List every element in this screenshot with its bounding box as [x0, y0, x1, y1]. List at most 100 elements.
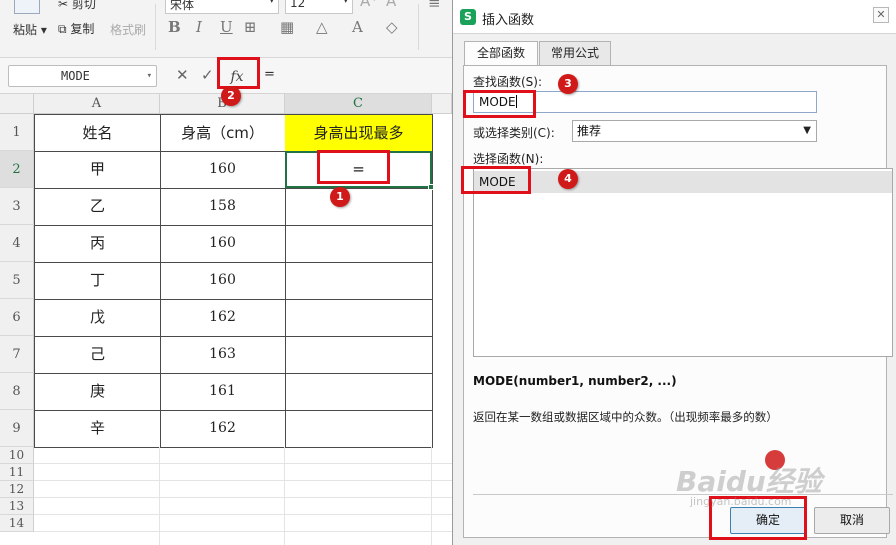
tab-all-functions[interactable]: 全部函数 — [464, 41, 538, 66]
italic-icon[interactable]: I — [196, 18, 202, 36]
row-header-2[interactable]: 2 — [0, 151, 34, 188]
paste-button[interactable]: 粘贴 ▾ — [13, 21, 47, 38]
bold-icon[interactable]: B — [168, 18, 181, 36]
font-name-select[interactable]: 宋体 ▾ — [165, 0, 279, 14]
ribbon-toolbar: 粘贴 ▾ ✂ 剪切 ⧉ 复制 格式刷 宋体 ▾ 12 ▾ A⁺ A⁻ B I U ⊞… — [0, 0, 452, 58]
column-gridline — [284, 447, 285, 545]
column-header-extra[interactable] — [432, 94, 452, 114]
row-header-4[interactable]: 4 — [0, 225, 34, 262]
highlight-box-cell — [317, 150, 390, 184]
fill-color-icon[interactable]: ▦ — [280, 18, 294, 36]
eraser-icon[interactable]: ◇ — [386, 18, 398, 36]
cell-b5[interactable]: 160 — [160, 262, 286, 300]
cell-b7[interactable]: 163 — [160, 336, 286, 374]
step-badge-2: 2 — [221, 86, 241, 106]
empty-row-11[interactable] — [34, 464, 452, 481]
chevron-down-icon: ▼ — [803, 125, 811, 136]
wps-app-icon: S — [460, 9, 476, 25]
cut-button[interactable]: ✂ 剪切 — [58, 0, 96, 12]
row-header-14[interactable]: 14 — [0, 515, 34, 532]
cell-c9[interactable] — [285, 410, 433, 448]
row-header-3[interactable]: 3 — [0, 188, 34, 225]
cell-a5[interactable]: 丁 — [34, 262, 161, 300]
row-header-5[interactable]: 5 — [0, 262, 34, 299]
chevron-down-icon: ▾ — [146, 71, 152, 81]
highlight-box-search — [463, 90, 536, 118]
row-header-10[interactable]: 10 — [0, 447, 34, 464]
tab-common-formulas[interactable]: 常用公式 — [539, 41, 611, 65]
column-header-c[interactable]: C — [285, 94, 432, 114]
cell-a9[interactable]: 辛 — [34, 410, 161, 448]
column-header-a[interactable]: A — [34, 94, 160, 114]
column-gridline — [431, 447, 432, 545]
row-header-6[interactable]: 6 — [0, 299, 34, 336]
copy-icon: ⧉ — [58, 22, 67, 36]
row-header-12[interactable]: 12 — [0, 481, 34, 498]
cell-b8[interactable]: 161 — [160, 373, 286, 411]
highlight-box-fx — [217, 57, 260, 89]
text-color-icon[interactable]: A — [352, 18, 363, 36]
border-icon[interactable]: ⊞ — [244, 18, 257, 36]
cell-c8[interactable] — [285, 373, 433, 411]
row-header-8[interactable]: 8 — [0, 373, 34, 410]
cell-b6[interactable]: 162 — [160, 299, 286, 337]
font-size-select[interactable]: 12 ▾ — [285, 0, 353, 14]
cancel-formula-icon[interactable]: ✕ — [176, 66, 189, 84]
search-function-label: 查找函数(S): — [473, 75, 543, 89]
row-header-9[interactable]: 9 — [0, 410, 34, 447]
cell-a3[interactable]: 乙 — [34, 188, 161, 226]
empty-row-10[interactable] — [34, 447, 452, 464]
font-shrink-icon[interactable]: A⁻ — [386, 0, 404, 10]
cell-b3[interactable]: 158 — [160, 188, 286, 226]
formula-input[interactable]: = — [264, 67, 275, 82]
function-list[interactable]: MODE — [473, 168, 893, 357]
row-header-7[interactable]: 7 — [0, 336, 34, 373]
confirm-formula-icon[interactable]: ✓ — [201, 66, 214, 84]
close-icon[interactable]: ✕ — [873, 7, 889, 23]
cell-c1[interactable]: 身高出现最多 — [285, 114, 433, 152]
ribbon-divider — [418, 4, 419, 50]
cell-c6[interactable] — [285, 299, 433, 337]
cell-c3[interactable] — [285, 188, 433, 226]
cell-c5[interactable] — [285, 262, 433, 300]
cancel-button[interactable]: 取消 — [814, 507, 890, 534]
cell-a4[interactable]: 丙 — [34, 225, 161, 263]
cell-a2[interactable]: 甲 — [34, 151, 161, 189]
function-description: 返回在某一数组或数据区域中的众数。（出现频率最多的数） — [473, 410, 778, 424]
font-grow-icon[interactable]: A⁺ — [360, 0, 378, 10]
name-box[interactable]: MODE ▾ — [8, 65, 157, 87]
cell-a8[interactable]: 庚 — [34, 373, 161, 411]
watermark: Baidu经验 — [676, 465, 822, 498]
list-item-mode[interactable]: MODE — [474, 171, 892, 193]
paste-icon[interactable] — [14, 0, 40, 14]
category-select[interactable]: 推荐 ▼ — [572, 120, 817, 142]
copy-button[interactable]: ⧉ 复制 — [58, 20, 94, 37]
step-badge-1: 1 — [330, 187, 350, 207]
cell-a1[interactable]: 姓名 — [34, 114, 161, 152]
underline-icon[interactable]: U — [220, 18, 233, 36]
cell-a6[interactable]: 戊 — [34, 299, 161, 337]
select-all-corner[interactable] — [0, 94, 34, 114]
empty-row-14[interactable] — [34, 515, 452, 532]
cell-b9[interactable]: 162 — [160, 410, 286, 448]
watermark-url: jingyan.baidu.com — [690, 495, 792, 508]
cell-b4[interactable]: 160 — [160, 225, 286, 263]
empty-row-13[interactable] — [34, 498, 452, 515]
row-header-1[interactable]: 1 — [0, 114, 34, 151]
highlight-box-function — [461, 166, 531, 194]
category-label: 或选择类别(C): — [473, 126, 555, 140]
cell-a7[interactable]: 己 — [34, 336, 161, 374]
cell-b2[interactable]: 160 — [160, 151, 286, 189]
column-gridline — [159, 447, 160, 545]
format-painter-button[interactable]: 格式刷 — [110, 21, 146, 38]
fill-handle[interactable] — [428, 184, 434, 190]
align-top-icon[interactable]: ≡ — [428, 0, 441, 12]
empty-row-12[interactable] — [34, 481, 452, 498]
font-color-icon[interactable]: △ — [316, 18, 328, 36]
row-header-13[interactable]: 13 — [0, 498, 34, 515]
dialog-titlebar[interactable]: S 插入函数 ✕ — [453, 0, 896, 34]
cell-c7[interactable] — [285, 336, 433, 374]
row-header-11[interactable]: 11 — [0, 464, 34, 481]
cell-c4[interactable] — [285, 225, 433, 263]
cell-b1[interactable]: 身高（cm） — [160, 114, 286, 152]
